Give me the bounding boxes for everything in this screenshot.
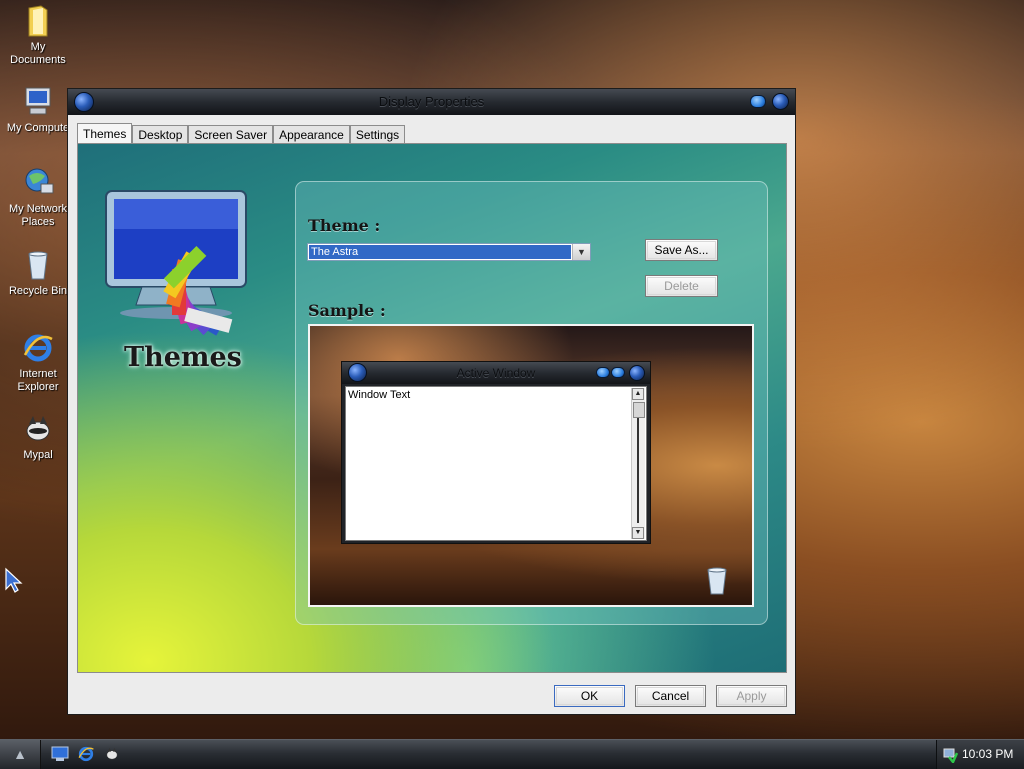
computer-icon [25, 87, 51, 115]
clock[interactable]: 10:03 PM [962, 747, 1013, 761]
desktop-icon-my-documents[interactable]: My Documents [2, 4, 74, 67]
theme-select-value: The Astra [309, 245, 571, 259]
desktop-icon-my-network-places[interactable]: My Network Places [2, 166, 74, 229]
chevron-down-icon[interactable]: ▼ [572, 244, 590, 260]
desktop-icon-internet-explorer[interactable]: Internet Explorer [2, 331, 74, 394]
tab-themes[interactable]: Themes [77, 123, 133, 145]
desktop-icon-label: My Documents [10, 41, 66, 66]
sample-label: Sample : [308, 301, 386, 320]
tab-screen-saver[interactable]: Screen Saver [188, 125, 274, 144]
tab-appearance[interactable]: Appearance [273, 125, 350, 144]
folder-icon [28, 5, 48, 37]
help-button[interactable] [750, 95, 766, 108]
sample-maximize-icon [611, 367, 625, 378]
quicklaunch-internet-explorer-icon[interactable] [77, 745, 95, 763]
desktop-icon-label: My Network Places [8, 203, 68, 228]
sample-recycle-bin-icon [707, 567, 727, 595]
desktop-icon-label: Recycle Bin [8, 285, 68, 297]
sample-active-window: Active Window Window Text ▲ ▼ [341, 361, 651, 544]
mouse-cursor-icon [5, 567, 23, 593]
themes-panel: Themes Theme : The Astra ▼ Save As... De… [77, 143, 787, 673]
desktop-icon-my-computer[interactable]: My Compute [2, 85, 74, 135]
tab-settings[interactable]: Settings [349, 125, 406, 144]
sample-close-icon [629, 365, 645, 381]
recycle-bin-icon [28, 251, 48, 280]
taskbar: ▲ 10:03 PM [0, 739, 1024, 769]
sample-minimize-icon [596, 367, 610, 378]
ok-button[interactable]: OK [554, 685, 625, 707]
desktop-icon-label: Internet Explorer [17, 368, 59, 393]
sample-window-orb-icon [348, 363, 367, 382]
start-logo-icon: ▲ [13, 746, 27, 762]
theme-select[interactable]: The Astra ▼ [307, 243, 591, 261]
sample-scrollbar: ▲ ▼ [631, 388, 645, 539]
desktop-icon-recycle-bin[interactable]: Recycle Bin [2, 248, 74, 298]
theme-label: Theme : [308, 216, 381, 235]
sample-window-title: Active Window [456, 366, 536, 380]
network-icon [25, 168, 54, 194]
quicklaunch-mypal-icon[interactable] [103, 746, 121, 762]
sample-window-text: Window Text [348, 389, 411, 401]
network-status-icon[interactable] [942, 747, 958, 763]
window-menu-orb-icon[interactable] [74, 92, 94, 112]
desktop-icon-mypal[interactable]: Mypal [2, 412, 74, 462]
desktop-icon-label: Mypal [23, 449, 53, 461]
save-as-button[interactable]: Save As... [645, 239, 718, 261]
scroll-track [637, 418, 639, 523]
close-button[interactable] [772, 93, 789, 110]
tab-strip: Themes Desktop Screen Saver Appearance S… [77, 123, 406, 145]
delete-button[interactable]: Delete [645, 275, 718, 297]
system-tray: 10:03 PM [936, 740, 1024, 769]
sample-window-titlebar: Active Window [342, 362, 650, 384]
sample-window-body: Window Text ▲ ▼ [345, 386, 647, 541]
sample-preview: Active Window Window Text ▲ ▼ [308, 324, 754, 607]
apply-button[interactable]: Apply [716, 685, 787, 707]
display-properties-window: Display Properties Themes Desktop Screen… [67, 88, 796, 715]
desktop-icon-label: My Compute [6, 122, 70, 134]
start-button[interactable]: ▲ [0, 740, 41, 769]
cancel-button[interactable]: Cancel [635, 685, 706, 707]
window-titlebar[interactable]: Display Properties [68, 89, 795, 115]
tab-desktop[interactable]: Desktop [132, 125, 189, 144]
scroll-thumb [633, 402, 645, 418]
mypal-icon [26, 416, 50, 441]
window-title: Display Properties [378, 94, 485, 109]
scroll-up-icon: ▲ [632, 388, 644, 400]
show-desktop-icon[interactable] [51, 746, 69, 762]
internet-explorer-icon [23, 334, 53, 362]
scroll-down-icon: ▼ [632, 527, 644, 539]
themes-monitor-icon [105, 190, 247, 336]
themes-logo-text: Themes [124, 342, 242, 373]
